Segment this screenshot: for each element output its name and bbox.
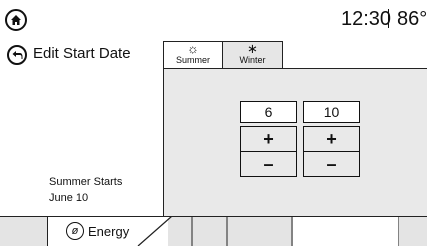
month-stepper: + –: [240, 126, 297, 177]
home-button[interactable]: [5, 9, 27, 31]
back-arrow-icon: [12, 51, 23, 59]
outside-temperature: 86°: [397, 8, 427, 30]
snowflake-icon: ∗: [247, 41, 258, 56]
month-increase-button[interactable]: +: [241, 127, 296, 152]
day-stepper: + –: [303, 126, 360, 177]
tab-winter[interactable]: ∗ Winter: [222, 41, 283, 68]
energy-label: Energy: [88, 224, 130, 239]
tab-summer[interactable]: ☼ Summer: [163, 41, 223, 68]
month-value-field: 6: [240, 101, 297, 123]
season-start-value: June 10: [49, 192, 89, 204]
clock-time: 12:30: [341, 8, 392, 30]
status-separator: [388, 9, 389, 28]
day-increase-button[interactable]: +: [304, 127, 359, 152]
season-start-label: Summer Starts: [49, 176, 123, 188]
day-value-field: 10: [303, 101, 360, 123]
page-title: Edit Start Date: [33, 45, 131, 62]
back-button[interactable]: [7, 45, 27, 65]
sun-icon: ☼: [187, 41, 199, 56]
energy-leaf-icon: ø: [66, 222, 84, 240]
home-icon: [11, 15, 21, 25]
day-decrease-button[interactable]: –: [304, 152, 359, 176]
tab-summer-label: Summer: [175, 55, 210, 65]
month-decrease-button[interactable]: –: [241, 152, 296, 176]
tab-winter-label: Winter: [239, 55, 266, 65]
bottom-bar-dividers: [47, 216, 427, 246]
